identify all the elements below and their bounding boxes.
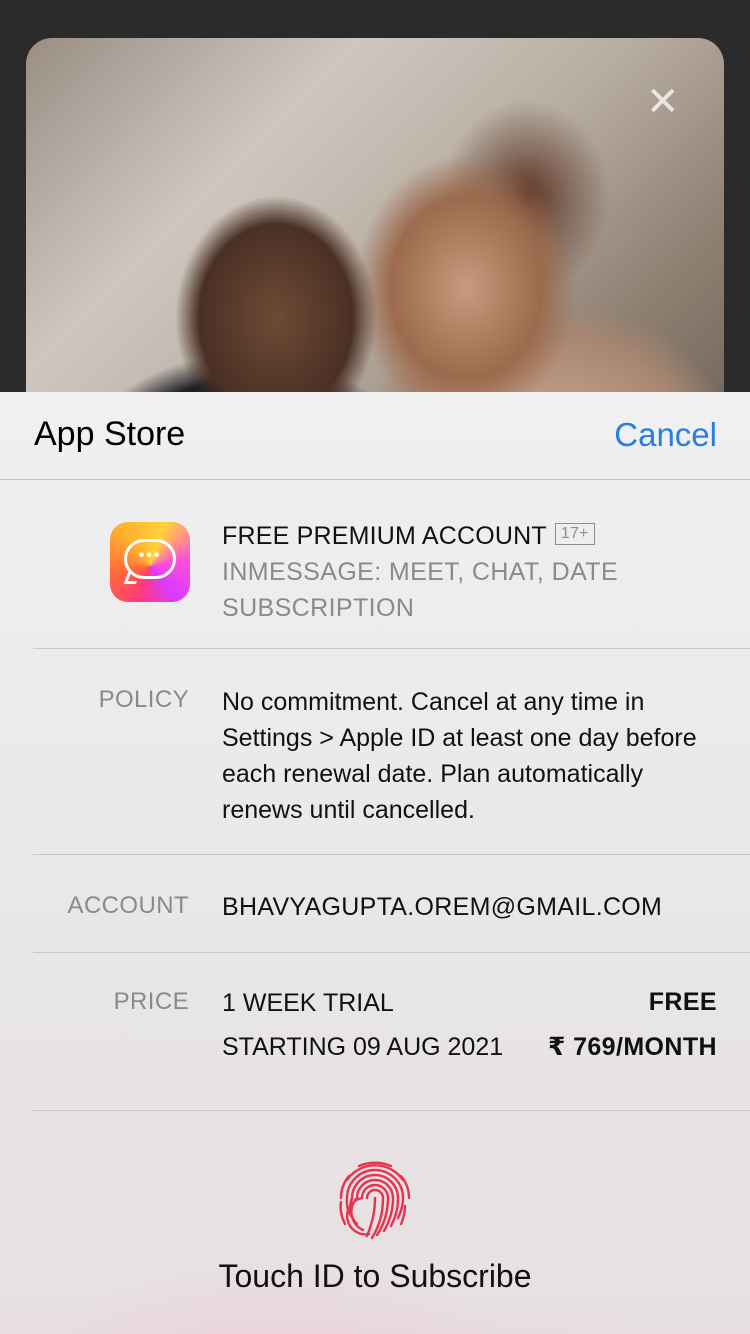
divider	[33, 1110, 750, 1111]
typing-dots: •••	[138, 547, 162, 564]
policy-text: No commitment. Cancel at any time in Set…	[222, 688, 697, 824]
subscription-label: SUBSCRIPTION	[222, 594, 415, 622]
app-name: FREE PREMIUM ACCOUNT 17+	[222, 522, 595, 551]
fingerprint-icon[interactable]	[331, 1154, 419, 1242]
divider	[33, 648, 750, 649]
price-label: PRICE	[113, 988, 189, 1015]
monthly-price: ₹ 769/MONTH	[547, 1033, 717, 1061]
sheet-header: App Store Cancel	[0, 392, 750, 480]
close-icon[interactable]: ✕	[646, 82, 680, 122]
age-rating-badge: 17+	[554, 523, 595, 545]
chat-bubble-tail	[123, 572, 141, 584]
policy-label: POLICY	[98, 686, 189, 713]
sheet-title: App Store	[34, 415, 186, 453]
divider	[33, 952, 750, 953]
screen: ✕ App Store Cancel ••• FREE PREMIUM ACCO…	[0, 0, 750, 1334]
trial-period: 1 WEEK TRIAL	[222, 989, 394, 1017]
cancel-button[interactable]: Cancel	[614, 416, 717, 454]
account-email: BHAVYAGUPTA.OREM@GMAIL.COM	[222, 893, 663, 921]
app-subtitle: INMESSAGE: MEET, CHAT, DATE	[222, 558, 619, 586]
app-icon: •••	[110, 522, 190, 602]
billing-start: STARTING 09 AUG 2021	[222, 1033, 504, 1061]
touch-id-area[interactable]: Touch ID to Subscribe	[0, 1112, 750, 1334]
divider	[33, 854, 750, 855]
touch-id-prompt: Touch ID to Subscribe	[218, 1258, 532, 1294]
payment-sheet: App Store Cancel ••• FREE PREMIUM ACCOUN…	[0, 392, 750, 1334]
product-name: FREE PREMIUM ACCOUNT	[222, 522, 547, 550]
trial-price: FREE	[648, 988, 717, 1016]
account-label: ACCOUNT	[67, 892, 189, 919]
